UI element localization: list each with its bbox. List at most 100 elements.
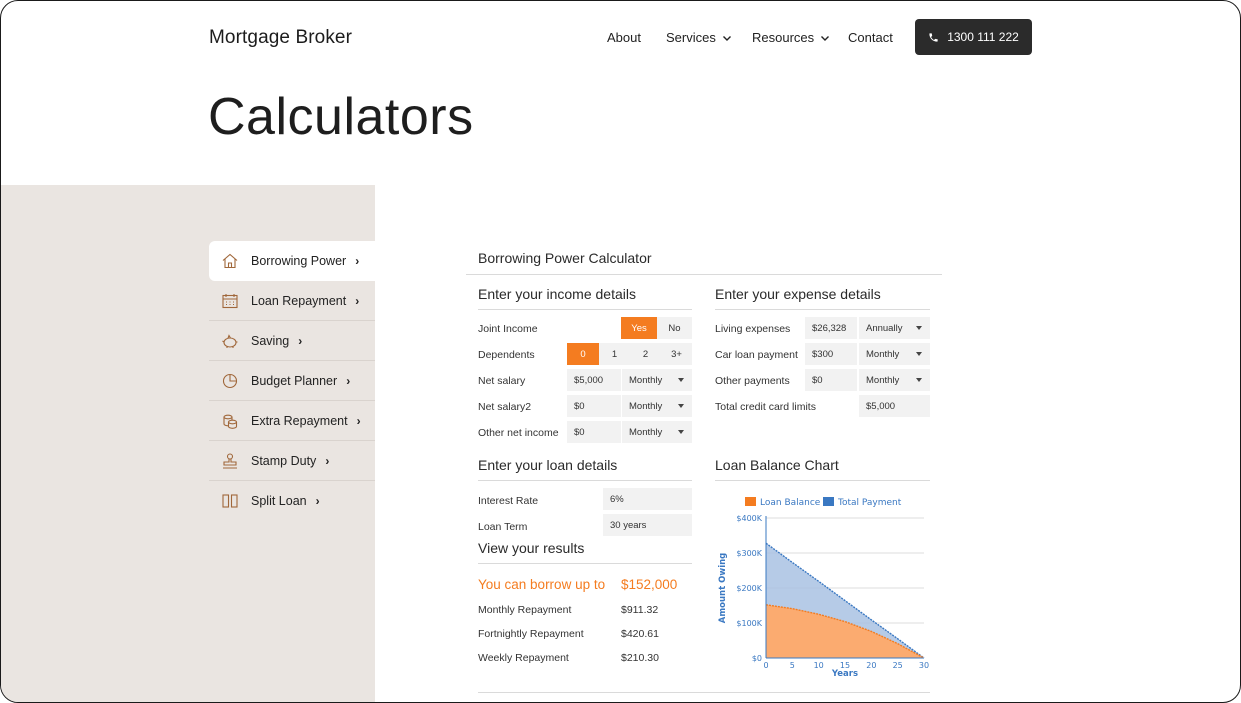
weekly-repayment-label: Weekly Repayment <box>478 652 569 664</box>
x-tick-label: 10 <box>814 661 824 670</box>
divider <box>715 480 930 481</box>
app-window: Mortgage Broker About Services Resources… <box>0 0 1241 703</box>
divider <box>478 480 692 481</box>
sidebar-item-label: Split Loan <box>251 494 307 508</box>
loan-term-input[interactable]: 30 years <box>603 514 692 536</box>
net-salary-input[interactable]: $5,000 <box>567 369 621 391</box>
car-loan-frequency-select[interactable]: Monthly <box>859 343 930 365</box>
sidebar-item-loan-repayment[interactable]: Loan Repayment › <box>209 281 375 321</box>
coins-icon <box>221 412 239 430</box>
select-value: Monthly <box>866 374 900 386</box>
credit-card-limits-label: Total credit card limits <box>715 401 816 413</box>
living-expenses-frequency-select[interactable]: Annually <box>859 317 930 339</box>
living-expenses-label: Living expenses <box>715 323 791 335</box>
chart-section-title: Loan Balance Chart <box>715 457 839 473</box>
nav-resources[interactable]: Resources <box>752 30 830 45</box>
interest-rate-label: Interest Rate <box>478 495 539 507</box>
sidebar-item-label: Stamp Duty <box>251 453 317 468</box>
nav-about-label: About <box>607 30 641 45</box>
borrow-amount-label: You can borrow up to <box>478 577 606 592</box>
select-value: Annually <box>866 322 903 334</box>
call-button[interactable]: 1300 111 222 <box>915 19 1032 55</box>
x-tick-label: 0 <box>763 661 768 670</box>
calendar-icon <box>221 292 239 310</box>
dependents-option-0[interactable]: 0 <box>567 343 599 365</box>
nav-services[interactable]: Services <box>666 30 732 45</box>
monthly-repayment-value: $911.32 <box>621 604 659 616</box>
net-salary2-frequency-select[interactable]: Monthly <box>622 395 692 417</box>
loan-section-title: Enter your loan details <box>478 457 618 473</box>
sidebar-item-label: Saving <box>251 333 290 348</box>
sidebar-item-stamp-duty[interactable]: Stamp Duty › <box>209 441 375 481</box>
joint-income-no[interactable]: No <box>657 317 692 339</box>
chevron-right-icon: › <box>355 254 360 268</box>
joint-income-yes[interactable]: Yes <box>621 317 657 339</box>
select-value: Monthly <box>629 426 663 438</box>
divider <box>478 563 692 564</box>
nav-contact[interactable]: Contact <box>848 30 893 45</box>
car-loan-label: Car loan payment <box>715 349 798 361</box>
calculator-title: Borrowing Power Calculator <box>478 250 652 266</box>
x-tick-label: 20 <box>866 661 876 670</box>
dependents-option-2[interactable]: 2 <box>630 343 661 365</box>
loan-term-label: Loan Term <box>478 521 528 533</box>
y-axis-label: Amount Owing <box>718 553 728 624</box>
chevron-down-icon <box>821 35 830 41</box>
borrow-amount-value: $152,000 <box>621 577 678 592</box>
nav-contact-label: Contact <box>848 30 893 45</box>
divider <box>715 309 930 310</box>
living-expenses-input[interactable]: $26,328 <box>805 317 857 339</box>
y-tick-label: $0 <box>752 654 762 663</box>
brand-logo[interactable]: Mortgage Broker <box>209 27 352 49</box>
phone-icon <box>929 32 938 42</box>
weekly-repayment-value: $210.30 <box>621 652 659 664</box>
other-income-input[interactable]: $0 <box>567 421 621 443</box>
other-payments-input[interactable]: $0 <box>805 369 857 391</box>
piggy-bank-icon <box>221 332 239 350</box>
income-section-title: Enter your income details <box>478 286 636 302</box>
other-income-frequency-select[interactable]: Monthly <box>622 421 692 443</box>
results-section-title: View your results <box>478 540 585 556</box>
monthly-repayment-label: Monthly Repayment <box>478 604 572 616</box>
fortnightly-repayment-value: $420.61 <box>621 628 659 640</box>
sidebar-item-saving[interactable]: Saving › <box>209 321 375 361</box>
call-button-label: 1300 111 222 <box>947 30 1019 44</box>
credit-card-limits-input[interactable]: $5,000 <box>859 395 930 417</box>
caret-down-icon <box>916 378 922 382</box>
sidebar-item-extra-repayment[interactable]: Extra Repayment › <box>209 401 375 441</box>
sidebar-item-split-loan[interactable]: Split Loan › <box>209 481 375 521</box>
nav-about[interactable]: About <box>607 30 641 45</box>
x-tick-label: 25 <box>893 661 903 670</box>
legend-label-total-payment: Total Payment <box>837 498 902 508</box>
chevron-right-icon: › <box>315 494 320 508</box>
sidebar-item-label: Extra Repayment <box>251 413 348 428</box>
sidebar-item-budget-planner[interactable]: Budget Planner › <box>209 361 375 401</box>
dependents-option-3plus[interactable]: 3+ <box>661 343 692 365</box>
caret-down-icon <box>678 404 684 408</box>
divider <box>466 274 942 275</box>
interest-rate-input[interactable]: 6% <box>603 488 692 510</box>
page-title: Calculators <box>208 88 474 146</box>
legend-swatch-total-payment <box>823 497 834 506</box>
expense-section-title: Enter your expense details <box>715 286 881 302</box>
y-tick-label: $100K <box>736 619 762 628</box>
chevron-right-icon: › <box>355 293 360 308</box>
other-payments-frequency-select[interactable]: Monthly <box>859 369 930 391</box>
net-salary-frequency-select[interactable]: Monthly <box>622 369 692 391</box>
car-loan-input[interactable]: $300 <box>805 343 857 365</box>
dependents-option-1[interactable]: 1 <box>599 343 630 365</box>
divider <box>478 309 692 310</box>
nav-resources-label: Resources <box>752 30 815 45</box>
caret-down-icon <box>678 430 684 434</box>
other-payments-label: Other payments <box>715 375 790 387</box>
other-income-label: Other net income <box>478 427 559 439</box>
sidebar-item-borrowing-power[interactable]: Borrowing Power › <box>209 241 375 281</box>
sidebar-item-label: Budget Planner <box>251 373 338 388</box>
stamp-icon <box>221 452 239 470</box>
fortnightly-repayment-label: Fortnightly Repayment <box>478 628 584 640</box>
select-value: Monthly <box>866 348 900 360</box>
net-salary2-label: Net salary2 <box>478 401 532 413</box>
chevron-right-icon: › <box>298 333 303 348</box>
dependents-label: Dependents <box>478 349 535 361</box>
net-salary2-input[interactable]: $0 <box>567 395 621 417</box>
